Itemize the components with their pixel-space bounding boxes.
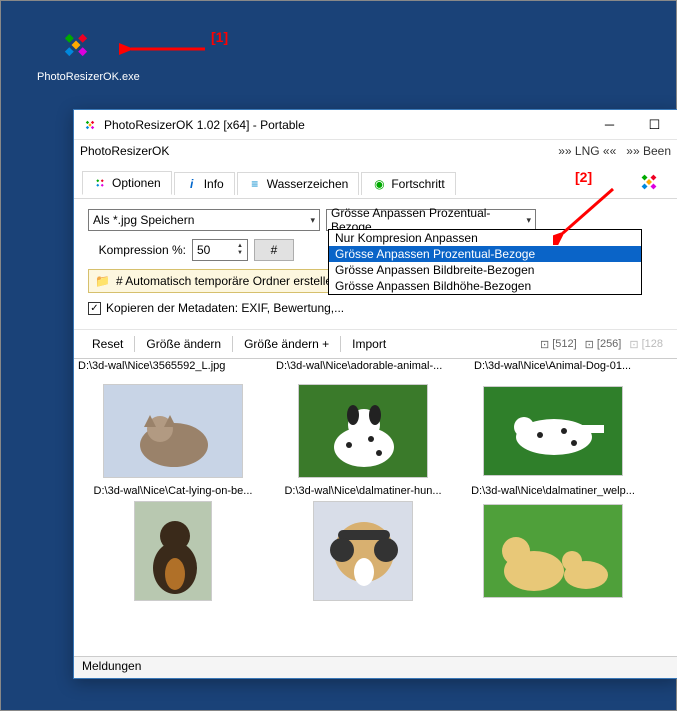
copy-metadata-label: Kopieren der Metadaten: EXIF, Bewertung,…	[106, 301, 344, 315]
size-256-button[interactable]: ⊡[256]	[581, 336, 626, 353]
app-icon	[52, 21, 100, 69]
compression-value: 50	[197, 243, 210, 257]
thumbnail[interactable]	[78, 501, 268, 601]
options-panel: Als *.jpg Speichern ▾ Grösse Anpassen Pr…	[74, 199, 677, 330]
tab-progress[interactable]: ◉ Fortschritt	[361, 172, 455, 195]
thumbnail[interactable]	[268, 501, 458, 601]
status-text: Meldungen	[82, 659, 141, 673]
app-window: PhotoResizerOK 1.02 [x64] - Portable ─ ☐…	[73, 109, 677, 679]
tab-watermark-label: Wasserzeichen	[267, 177, 349, 191]
chevron-down-icon: ▾	[310, 215, 315, 226]
thumbnail[interactable]: D:\3d-wal\Nice\Cat-lying-on-be...	[78, 381, 268, 497]
annotation-label-1: [1]	[211, 29, 228, 45]
copy-metadata-check[interactable]: ✓ Kopieren der Metadaten: EXIF, Bewertun…	[88, 301, 663, 315]
app-big-icon[interactable]	[635, 168, 663, 196]
status-bar: Meldungen	[74, 656, 677, 678]
file-path-row: D:\3d-wal\Nice\3565592_L.jpg D:\3d-wal\N…	[74, 358, 677, 373]
tab-options-label: Optionen	[112, 176, 161, 190]
resize-option[interactable]: Grösse Anpassen Bildbreite-Bezogen	[329, 262, 641, 278]
tab-progress-label: Fortschritt	[391, 177, 444, 191]
checkbox-icon: ✓	[88, 302, 101, 315]
window-title: PhotoResizerOK 1.02 [x64] - Portable	[104, 118, 587, 132]
action-toolbar: Reset Größe ändern Größe ändern + Import…	[74, 330, 677, 358]
thumbnail-caption: D:\3d-wal\Nice\Cat-lying-on-be...	[94, 485, 253, 497]
thumbnail[interactable]	[458, 501, 648, 601]
file-path: D:\3d-wal\Nice\Animal-Dog-01...	[474, 360, 660, 372]
tab-info-label: Info	[204, 177, 224, 191]
size-512-button[interactable]: ⊡[512]	[536, 336, 581, 353]
thumbnail[interactable]: D:\3d-wal\Nice\dalmatiner-hun...	[268, 381, 458, 497]
tab-info[interactable]: i Info	[174, 172, 235, 195]
menubar: PhotoResizerOK »» LNG «« »» Been	[74, 140, 677, 162]
tab-watermark[interactable]: ≡ Wasserzeichen	[237, 172, 360, 195]
chevron-down-icon: ▾	[526, 215, 531, 226]
resize-button[interactable]: Größe ändern	[138, 334, 229, 354]
annotation-label-2: [2]	[575, 169, 592, 185]
spin-buttons[interactable]: ▲▼	[237, 243, 243, 257]
compression-input[interactable]: 50 ▲▼	[192, 239, 248, 261]
resize-plus-button[interactable]: Größe ändern +	[236, 334, 337, 354]
save-format-value: Als *.jpg Speichern	[93, 213, 194, 227]
tab-options[interactable]: Optionen	[82, 171, 172, 195]
resize-option[interactable]: Grösse Anpassen Prozentual-Bezoge	[329, 246, 641, 262]
watermark-icon: ≡	[248, 177, 262, 191]
desktop-shortcut[interactable]: PhotoResizerOK.exe	[37, 21, 115, 83]
resize-mode-select[interactable]: Grösse Anpassen Prozentual-Bezoge ▾	[326, 209, 536, 231]
desktop-shortcut-label: PhotoResizerOK.exe	[37, 71, 115, 83]
thumbnail-grid: D:\3d-wal\Nice\Cat-lying-on-be... D:\3d-…	[74, 373, 677, 613]
resize-option[interactable]: Grösse Anpassen Bildhöhe-Bezogen	[329, 278, 641, 294]
thumb-size-icon: ⊡	[540, 338, 549, 351]
resize-option[interactable]: Nur Kompresion Anpassen	[329, 230, 641, 246]
save-format-select[interactable]: Als *.jpg Speichern ▾	[88, 209, 320, 231]
reset-button[interactable]: Reset	[84, 334, 131, 354]
folder-icon: 📁	[95, 274, 110, 288]
temp-folder-label: # Automatisch temporäre Ordner erstellen	[116, 274, 339, 288]
info-icon: i	[185, 177, 199, 191]
maximize-button[interactable]: ☐	[632, 110, 677, 140]
titlebar: PhotoResizerOK 1.02 [x64] - Portable ─ ☐	[74, 110, 677, 140]
options-icon	[93, 176, 107, 190]
hash-button[interactable]: #	[254, 239, 294, 261]
temp-folder-bar[interactable]: 📁 # Automatisch temporäre Ordner erstell…	[88, 269, 368, 293]
titlebar-icon	[82, 117, 98, 133]
menu-language[interactable]: »» LNG ««	[558, 144, 616, 158]
progress-icon: ◉	[372, 177, 386, 191]
thumbnail[interactable]: D:\3d-wal\Nice\dalmatiner_welp...	[458, 381, 648, 497]
file-path: D:\3d-wal\Nice\adorable-animal-...	[276, 360, 462, 372]
menu-app[interactable]: PhotoResizerOK	[80, 144, 169, 158]
minimize-button[interactable]: ─	[587, 110, 632, 140]
import-button[interactable]: Import	[344, 334, 394, 354]
annotation-arrow-1	[119, 39, 209, 59]
thumbnail-caption: D:\3d-wal\Nice\dalmatiner_welp...	[471, 485, 635, 497]
compression-label: Kompression %:	[88, 243, 186, 257]
size-128-button[interactable]: ⊡[128	[625, 336, 667, 353]
thumbnail-caption: D:\3d-wal\Nice\dalmatiner-hun...	[284, 485, 441, 497]
resize-mode-dropdown: Nur Kompresion Anpassen Grösse Anpassen …	[328, 229, 642, 295]
menu-exit[interactable]: »» Been	[626, 144, 671, 158]
thumb-size-icon: ⊡	[585, 338, 594, 351]
file-path: D:\3d-wal\Nice\3565592_L.jpg	[78, 360, 264, 372]
thumb-size-icon: ⊡	[629, 338, 638, 351]
